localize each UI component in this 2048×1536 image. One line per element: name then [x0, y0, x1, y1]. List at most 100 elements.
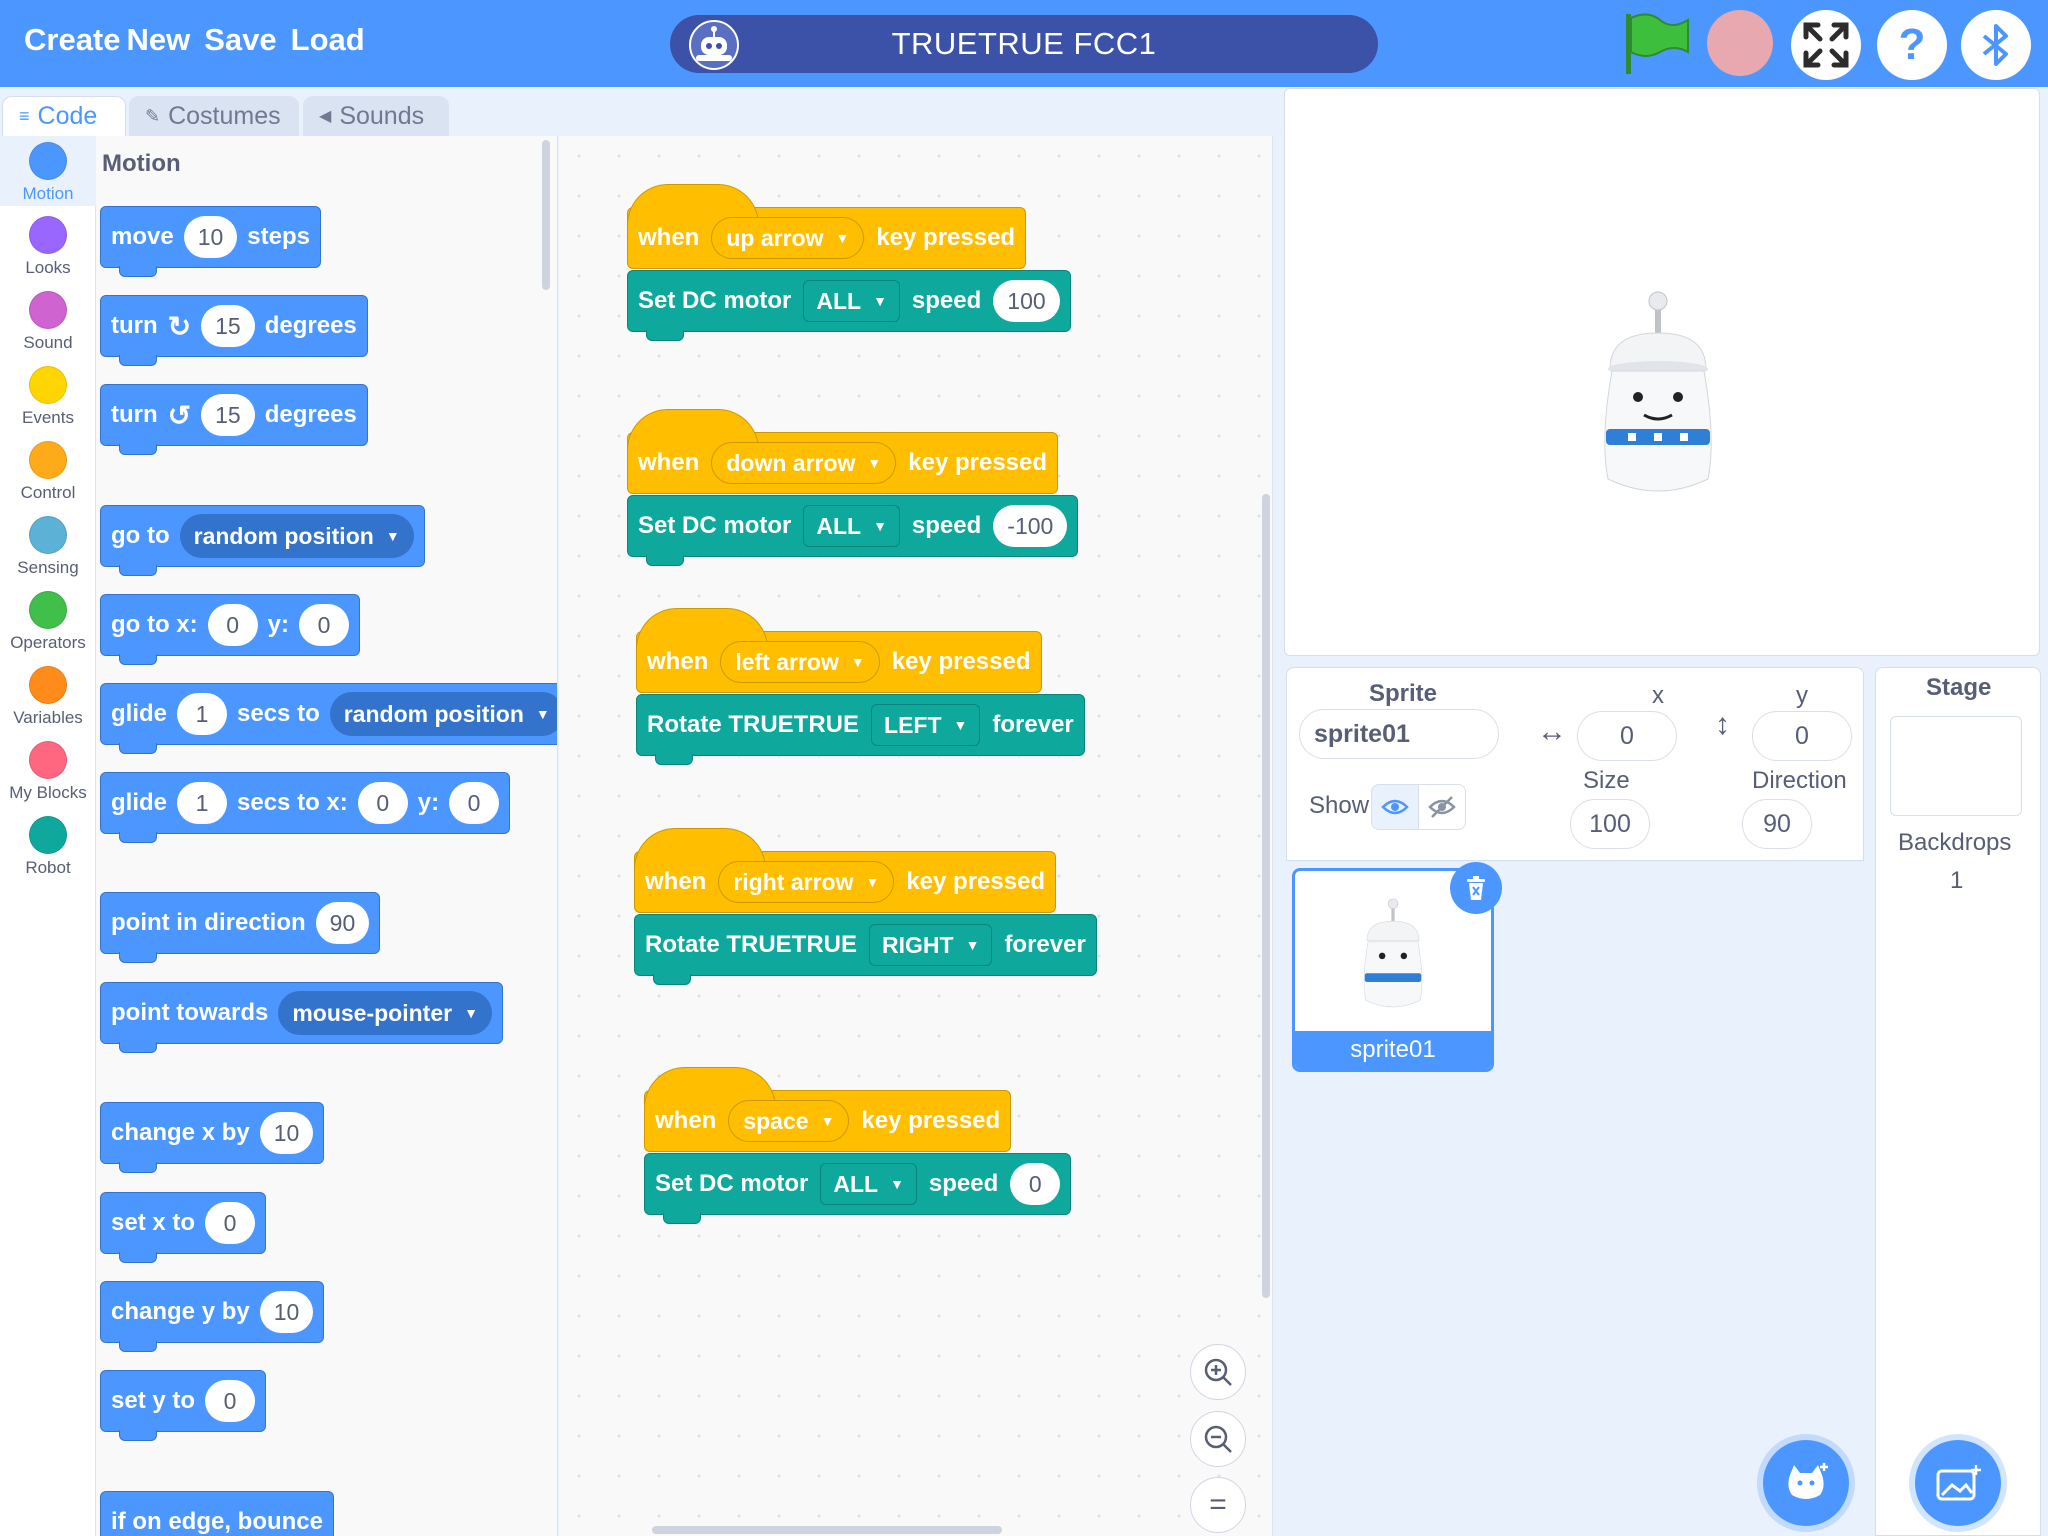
when-key-pressed-block[interactable]: when up arrow ▼ key pressed: [627, 184, 1027, 269]
key-dropdown[interactable]: down arrow ▼: [711, 442, 897, 484]
key-dropdown[interactable]: up arrow ▼: [711, 217, 865, 259]
speed-input[interactable]: -100: [993, 505, 1068, 547]
change-x-block[interactable]: change x by 10: [100, 1102, 325, 1173]
x-input[interactable]: 0: [207, 604, 258, 646]
turn-right-block[interactable]: turn ↻ 15 degrees: [100, 295, 368, 366]
category-variables[interactable]: Variables: [0, 666, 96, 728]
show-visible-button[interactable]: [1371, 784, 1419, 830]
key-dropdown[interactable]: space ▼: [728, 1100, 850, 1142]
add-sprite-button[interactable]: [1763, 1440, 1849, 1526]
tab-code[interactable]: ≡ Code: [2, 96, 126, 136]
save-menu[interactable]: Save: [204, 22, 276, 58]
rotate-truetrue-block[interactable]: Rotate TRUETRUE RIGHT ▼ forever: [634, 914, 1097, 985]
workspace-horizontal-scrollbar[interactable]: [652, 1526, 1002, 1534]
degrees-input[interactable]: 15: [201, 394, 255, 436]
set-x-block[interactable]: set x to 0: [100, 1192, 267, 1263]
new-menu[interactable]: New: [127, 22, 191, 58]
set-y-block[interactable]: set y to 0: [100, 1370, 267, 1441]
motor-dropdown[interactable]: ALL ▼: [803, 505, 900, 547]
go-to-block[interactable]: go to random position ▼: [100, 505, 425, 576]
create-menu[interactable]: Create: [24, 22, 121, 58]
set-dc-motor-block[interactable]: Set DC motor ALL ▼ speed 0: [644, 1153, 1072, 1224]
robot-sprite[interactable]: [1588, 289, 1728, 509]
add-backdrop-button[interactable]: [1915, 1440, 2001, 1526]
script-workspace[interactable]: when up arrow ▼ key pressed Set DC motor ALL…: [559, 136, 1273, 1536]
category-operators[interactable]: Operators: [0, 591, 96, 653]
point-towards-block[interactable]: point towards mouse-pointer ▼: [100, 982, 503, 1053]
show-hidden-button[interactable]: [1418, 784, 1466, 830]
category-looks[interactable]: Looks: [0, 216, 96, 278]
degrees-input[interactable]: 15: [201, 305, 255, 347]
direction-field[interactable]: 90: [1742, 799, 1812, 849]
category-events[interactable]: Events: [0, 366, 96, 428]
palette-scrollbar[interactable]: [542, 140, 550, 290]
sprite-name-field[interactable]: sprite01: [1299, 709, 1499, 759]
x-change-input[interactable]: 10: [259, 1112, 314, 1154]
target-dropdown[interactable]: random position ▼: [179, 514, 414, 558]
set-dc-motor-block[interactable]: Set DC motor ALL ▼ speed -100: [627, 495, 1079, 566]
secs-input[interactable]: 1: [177, 693, 228, 735]
steps-input[interactable]: 10: [183, 216, 238, 258]
towards-dropdown[interactable]: mouse-pointer ▼: [278, 991, 492, 1035]
y-value-input[interactable]: 0: [205, 1380, 256, 1422]
target-dropdown[interactable]: random position ▼: [329, 692, 557, 736]
tab-costumes[interactable]: ✎ Costumes: [129, 96, 299, 136]
zoom-reset-button[interactable]: =: [1190, 1477, 1246, 1533]
motor-dropdown[interactable]: ALL ▼: [820, 1163, 917, 1205]
category-sound[interactable]: Sound: [0, 291, 96, 353]
go-to-xy-block[interactable]: go to x: 0 y: 0: [100, 594, 360, 665]
x-position-field[interactable]: 0: [1577, 711, 1677, 761]
direction-dropdown[interactable]: RIGHT ▼: [869, 924, 993, 966]
category-robot[interactable]: Robot: [0, 816, 96, 878]
control-dot-icon: [29, 441, 67, 479]
speed-input[interactable]: 100: [993, 280, 1060, 322]
category-my-blocks[interactable]: My Blocks: [0, 741, 96, 803]
when-key-pressed-block[interactable]: when down arrow ▼ key pressed: [627, 409, 1059, 494]
help-button[interactable]: ?: [1877, 10, 1947, 80]
stop-button[interactable]: [1707, 10, 1773, 76]
move-steps-block[interactable]: move 10 steps: [100, 206, 321, 277]
y-change-input[interactable]: 10: [259, 1291, 314, 1333]
speed-input[interactable]: 0: [1010, 1163, 1061, 1205]
when-key-pressed-block[interactable]: when space ▼ key pressed: [644, 1067, 1012, 1152]
project-title-field[interactable]: TRUETRUE FCC1: [670, 15, 1378, 73]
point-in-direction-block[interactable]: point in direction 90: [100, 892, 381, 963]
green-flag-icon[interactable]: [1620, 8, 1692, 80]
when-key-pressed-block[interactable]: when right arrow ▼ key pressed: [634, 828, 1057, 913]
sensing-dot-icon: [29, 516, 67, 554]
glide-to-xy-block[interactable]: glide 1 secs to x: 0 y: 0: [100, 772, 511, 843]
workspace-vertical-scrollbar[interactable]: [1262, 494, 1270, 1298]
x-value-input[interactable]: 0: [205, 1202, 256, 1244]
set-dc-motor-block[interactable]: Set DC motor ALL ▼ speed 100: [627, 270, 1071, 341]
key-dropdown[interactable]: left arrow ▼: [720, 641, 880, 683]
category-motion[interactable]: Motion: [0, 136, 96, 206]
motor-dropdown[interactable]: ALL ▼: [803, 280, 900, 322]
y-input[interactable]: 0: [449, 782, 500, 824]
backdrop-thumbnail[interactable]: [1890, 716, 2022, 816]
y-position-field[interactable]: 0: [1752, 711, 1852, 761]
bluetooth-button[interactable]: [1961, 10, 2031, 80]
change-y-block[interactable]: change y by 10: [100, 1281, 325, 1352]
stage-selector[interactable]: Stage Backdrops 1: [1875, 667, 2041, 1536]
tab-sounds[interactable]: ◀ Sounds: [303, 96, 449, 136]
stage-canvas[interactable]: [1284, 88, 2040, 656]
category-sensing[interactable]: Sensing: [0, 516, 96, 578]
when-key-pressed-block[interactable]: when left arrow ▼ key pressed: [636, 608, 1042, 693]
fullscreen-button[interactable]: [1791, 10, 1861, 80]
glide-to-block[interactable]: glide 1 secs to random position ▼: [100, 683, 557, 754]
direction-input[interactable]: 90: [315, 902, 370, 944]
category-control[interactable]: Control: [0, 441, 96, 503]
direction-dropdown[interactable]: LEFT ▼: [871, 704, 981, 746]
rotate-truetrue-block[interactable]: Rotate TRUETRUE LEFT ▼ forever: [636, 694, 1085, 765]
size-field[interactable]: 100: [1570, 799, 1650, 849]
y-input[interactable]: 0: [299, 604, 349, 646]
secs-input[interactable]: 1: [177, 782, 228, 824]
key-dropdown[interactable]: right arrow ▼: [718, 861, 895, 903]
zoom-in-button[interactable]: [1190, 1344, 1246, 1400]
load-menu[interactable]: Load: [291, 22, 365, 58]
x-input[interactable]: 0: [357, 782, 408, 824]
turn-left-block[interactable]: turn ↺ 15 degrees: [100, 384, 368, 455]
if-on-edge-bounce-block[interactable]: if on edge, bounce: [100, 1491, 335, 1536]
delete-sprite-button[interactable]: [1450, 862, 1502, 914]
zoom-out-button[interactable]: [1190, 1411, 1246, 1467]
